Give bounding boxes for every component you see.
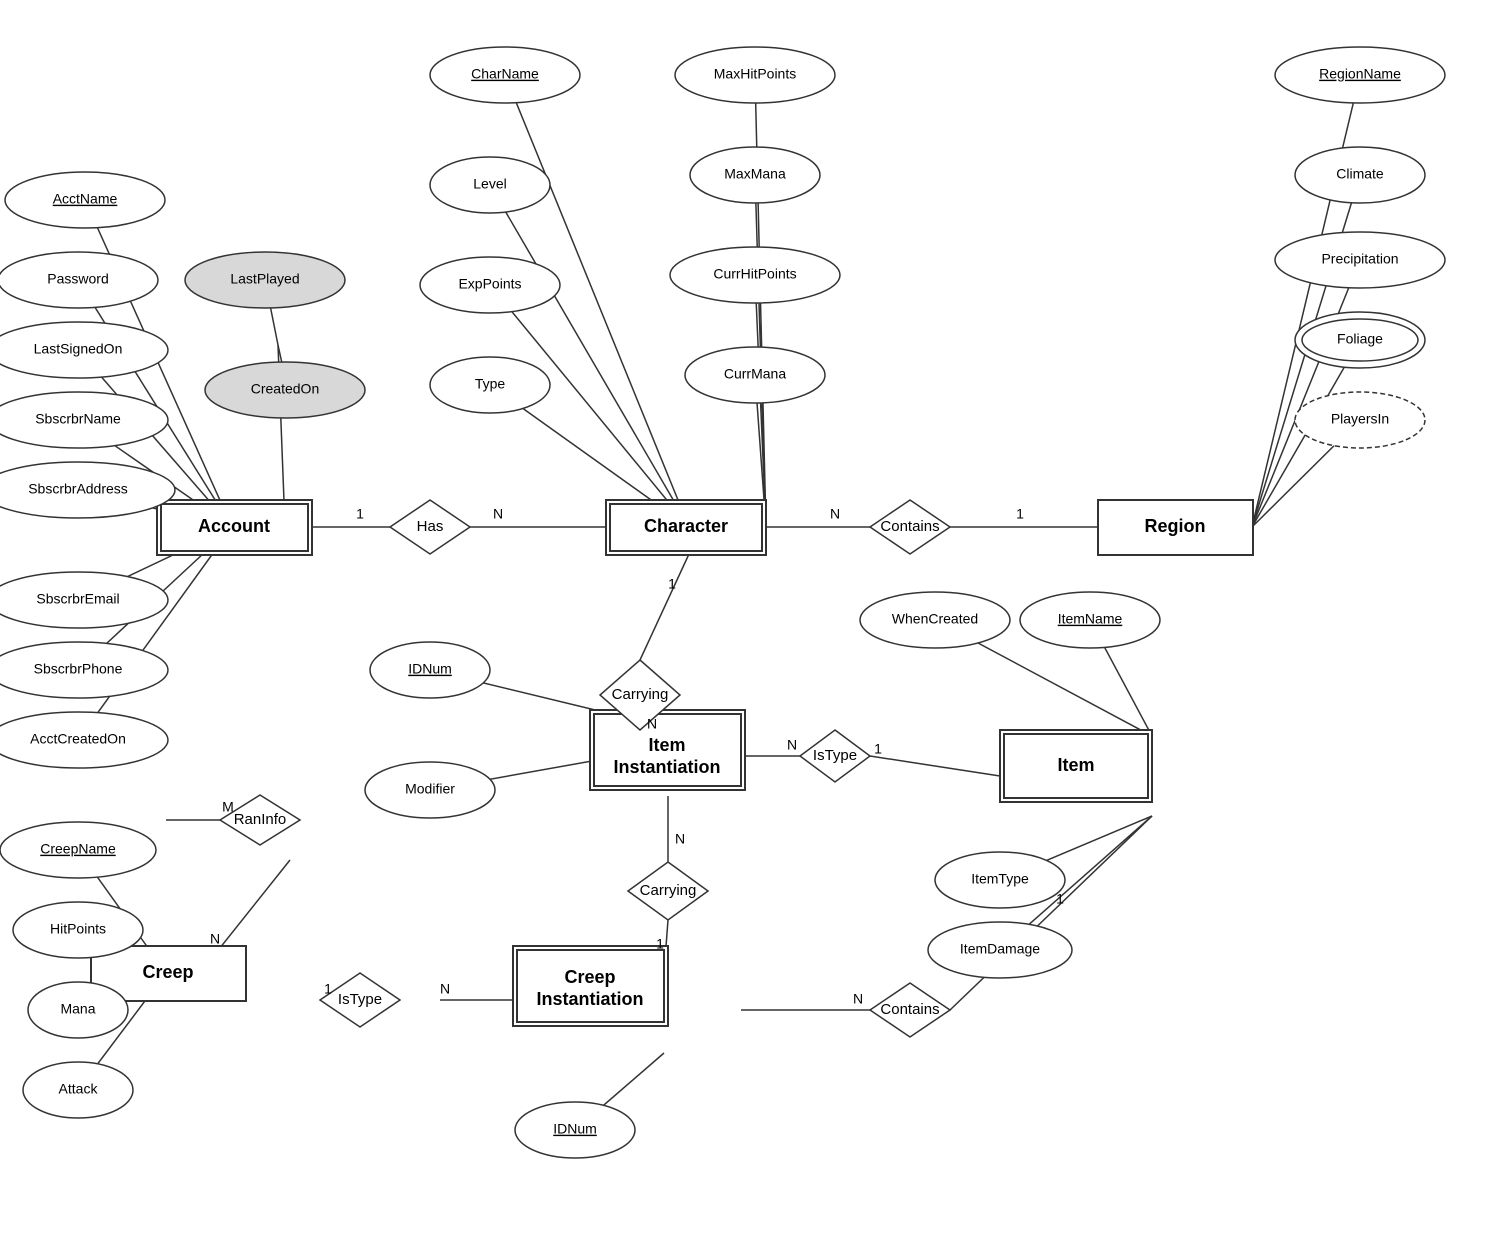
diamond-istype-creep-label: IsType bbox=[338, 991, 382, 1008]
line-acct-acctcreatedon bbox=[78, 527, 232, 740]
entity-creep-instantiation-label1: Creep bbox=[564, 967, 615, 987]
diamond-carrying-top-label: Carrying bbox=[612, 686, 669, 703]
attr-hitpoints-label: HitPoints bbox=[50, 921, 106, 937]
attr-createdon-label: CreatedOn bbox=[251, 381, 319, 397]
attr-lastsignedon-label: LastSignedOn bbox=[34, 341, 123, 357]
card-character-contains: N bbox=[830, 506, 840, 522]
entity-item-instantiation-label2: Instantiation bbox=[614, 757, 721, 777]
line-char-level bbox=[490, 185, 689, 527]
attr-idnum-creep-label: IDNum bbox=[553, 1121, 597, 1137]
line-contains2-item bbox=[950, 816, 1152, 1010]
attr-foliage-label: Foliage bbox=[1337, 331, 1383, 347]
attr-creepname-label: CreepName bbox=[40, 841, 116, 857]
diamond-has-label: Has bbox=[417, 518, 444, 535]
attr-sbscrbrphone-label: SbscrbrPhone bbox=[34, 661, 123, 677]
entity-item-label: Item bbox=[1057, 755, 1094, 775]
card-istype-item: 1 bbox=[874, 741, 882, 757]
attr-modifier-label: Modifier bbox=[405, 781, 455, 797]
entity-creep-instantiation-label2: Instantiation bbox=[537, 989, 644, 1009]
attr-acctname-label: AcctName bbox=[53, 191, 118, 207]
attr-whencreated-label: WhenCreated bbox=[892, 611, 978, 627]
attr-sbscrbraddress-label: SbscrbrAddress bbox=[28, 481, 128, 497]
diamond-carrying-bottom-label: Carrying bbox=[640, 882, 697, 899]
entity-character-label: Character bbox=[644, 516, 728, 536]
diamond-istype-item-label: IsType bbox=[813, 747, 857, 764]
line-istype-item bbox=[870, 756, 1000, 776]
attr-level-label: Level bbox=[473, 176, 506, 192]
attr-charname-label: CharName bbox=[471, 66, 539, 82]
card-creepInst-contains: N bbox=[853, 991, 863, 1007]
card-itemInst-istype: N bbox=[787, 737, 797, 753]
card-contains-item: 1 bbox=[1056, 891, 1064, 907]
attr-attack-label: Attack bbox=[59, 1081, 99, 1097]
attr-lastplayed-label: LastPlayed bbox=[230, 271, 299, 287]
diamond-raninfo-label: RanInfo bbox=[234, 811, 287, 828]
attr-maxmana-label: MaxMana bbox=[724, 166, 786, 182]
attr-currmana-label: CurrMana bbox=[724, 366, 786, 382]
attr-sbscrbrname-label: SbscrbrName bbox=[35, 411, 121, 427]
card-contains-region: 1 bbox=[1016, 506, 1024, 522]
line-character-carrying bbox=[640, 554, 689, 660]
diamond-contains-region-label: Contains bbox=[880, 518, 939, 535]
card-creep-istype: 1 bbox=[324, 981, 332, 997]
attr-mana-label: Mana bbox=[60, 1001, 95, 1017]
diamond-contains-bottom-label: Contains bbox=[880, 1001, 939, 1018]
attr-exppoints-label: ExpPoints bbox=[458, 276, 521, 292]
card-carrying2-creepInst: 1 bbox=[656, 936, 664, 952]
entity-creep-label: Creep bbox=[142, 962, 193, 982]
attr-regionname-label: RegionName bbox=[1319, 66, 1401, 82]
entity-region-label: Region bbox=[1145, 516, 1206, 536]
attr-playersin-label: PlayersIn bbox=[1331, 411, 1389, 427]
attr-itemname-label: ItemName bbox=[1058, 611, 1123, 627]
entity-account-label: Account bbox=[198, 516, 270, 536]
attr-acctcreatedon-label: AcctCreatedOn bbox=[30, 731, 126, 747]
card-account-has: 1 bbox=[356, 506, 364, 522]
er-diagram: Account Character Region Item Item Insta… bbox=[0, 0, 1500, 1228]
attr-precipitation-label: Precipitation bbox=[1321, 251, 1398, 267]
attr-itemtype-label: ItemType bbox=[971, 871, 1029, 887]
entity-item-instantiation-label1: Item bbox=[648, 735, 685, 755]
attr-idnum-item-label: IDNum bbox=[408, 661, 452, 677]
attr-password-label: Password bbox=[47, 271, 108, 287]
attr-climate-label: Climate bbox=[1336, 166, 1384, 182]
attr-itemdamage-label: ItemDamage bbox=[960, 941, 1040, 957]
attr-maxhitpoints-label: MaxHitPoints bbox=[714, 66, 796, 82]
card-carrying-itemInst: N bbox=[647, 716, 657, 732]
attr-sbscrbremail-label: SbscrbrEmail bbox=[36, 591, 119, 607]
attr-currhitpoints-label: CurrHitPoints bbox=[713, 266, 796, 282]
card-account-raninfo: M bbox=[222, 799, 234, 815]
attr-type-label: Type bbox=[475, 376, 506, 392]
card-has-character: N bbox=[493, 506, 503, 522]
card-raninfo-creep: N bbox=[210, 931, 220, 947]
card-istype-creepInst: N bbox=[440, 981, 450, 997]
card-char-carrying: 1 bbox=[668, 576, 676, 592]
card-itemInst-carrying2: N bbox=[675, 831, 685, 847]
